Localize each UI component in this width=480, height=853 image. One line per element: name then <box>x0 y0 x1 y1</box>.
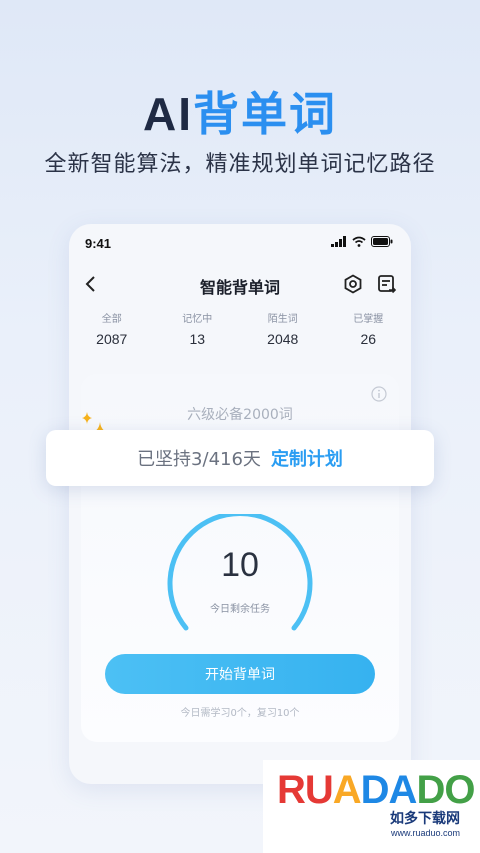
stats-row: 全部 2087 记忆中 13 陌生词 2048 已掌握 26 <box>69 310 411 347</box>
streak-text: 已坚持3/416天 <box>137 449 261 470</box>
watermark-logo: RUADADO 如多下载网 www.ruaduo.com <box>263 760 480 853</box>
custom-plan-link[interactable]: 定制计划 <box>271 445 343 471</box>
stat-value: 2087 <box>96 331 128 347</box>
stat-value: 2048 <box>267 331 299 347</box>
watermark-url: www.ruaduo.com <box>390 828 460 838</box>
task-label: 今日剩余任务 <box>210 604 270 615</box>
hero-subtitle: 全新智能算法，精准规划单词记忆路径 <box>44 152 436 177</box>
signal-icon <box>331 236 346 247</box>
hero-title-cn: 背单词 <box>193 87 337 141</box>
hero-title: AI背单词 <box>0 78 480 144</box>
stat-unfamiliar[interactable]: 陌生词 2048 <box>240 310 326 347</box>
stat-label: 陌生词 <box>267 314 298 325</box>
wifi-icon <box>352 236 366 247</box>
status-time: 9:41 <box>85 236 112 251</box>
watermark-brand: RUADADO <box>277 768 475 812</box>
stat-label: 已掌握 <box>353 314 384 325</box>
stat-value: 26 <box>360 331 377 347</box>
task-count: 10 <box>221 546 259 584</box>
start-button[interactable]: 开始背单词 <box>105 654 375 694</box>
phone-mockup: 9:41 智能背单词 全部 2087 记忆中 13 陌生词 2048 已掌握 2… <box>69 224 411 784</box>
daily-hint: 今日需学习0个，复习10个 <box>180 708 300 719</box>
plan-banner: 已坚持3/416天 定制计划 <box>46 430 434 486</box>
stat-label: 记忆中 <box>182 314 213 325</box>
stat-mastered[interactable]: 已掌握 26 <box>326 310 412 347</box>
stat-value: 13 <box>189 331 206 347</box>
info-icon[interactable] <box>371 386 387 402</box>
watermark-sub: 如多下载网 <box>390 811 460 827</box>
stat-label: 全部 <box>101 314 122 325</box>
hero-title-ai: AI <box>143 88 193 140</box>
stat-all[interactable]: 全部 2087 <box>69 310 155 347</box>
edit-list-icon[interactable] <box>377 274 397 294</box>
stat-memorizing[interactable]: 记忆中 13 <box>155 310 241 347</box>
status-icons <box>331 236 393 247</box>
wordbook-title: 六级必备2000词 <box>187 407 293 423</box>
battery-icon <box>371 236 393 247</box>
settings-hex-icon[interactable] <box>343 274 363 294</box>
